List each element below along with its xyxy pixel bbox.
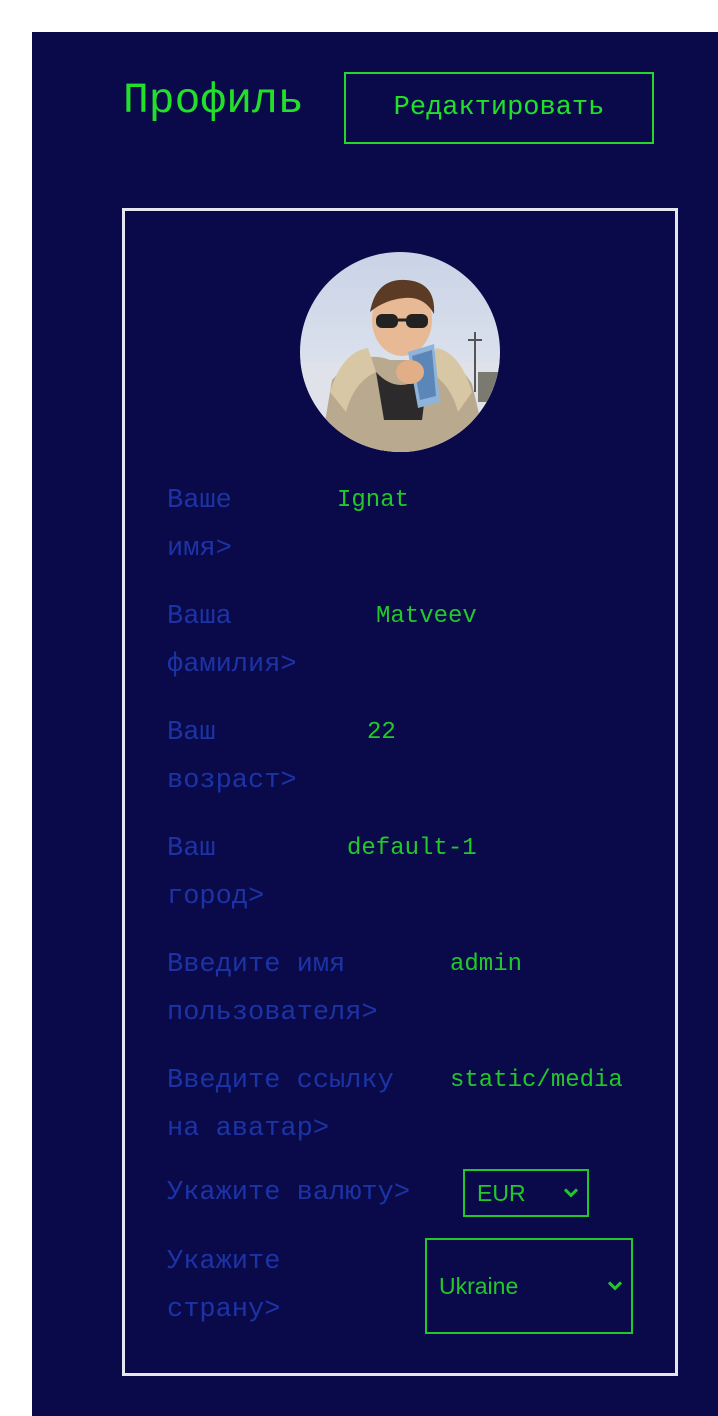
username-label: Введите имя пользователя> bbox=[167, 950, 378, 1028]
profile-card: Ваше имя> Ваша фамилия> Ваш возраст> Ваш… bbox=[122, 208, 678, 1376]
currency-selected-value: EUR bbox=[477, 1179, 526, 1206]
name-input[interactable] bbox=[337, 477, 587, 525]
page-title: Профиль bbox=[123, 76, 304, 125]
currency-label: Укажите валюту> bbox=[167, 1178, 411, 1208]
country-select[interactable]: Ukraine bbox=[425, 1238, 633, 1334]
username-input[interactable] bbox=[450, 941, 630, 989]
city-input[interactable] bbox=[347, 825, 597, 873]
currency-select[interactable]: EUR bbox=[463, 1169, 589, 1217]
surname-input[interactable] bbox=[376, 593, 616, 641]
avatar-link-label: Введите ссылку на аватар> bbox=[167, 1066, 394, 1144]
age-label: Ваш возраст> bbox=[167, 718, 297, 796]
avatar bbox=[300, 252, 500, 452]
age-input[interactable] bbox=[367, 709, 607, 757]
chevron-down-icon bbox=[563, 1188, 579, 1198]
name-label: Ваше имя> bbox=[167, 486, 232, 564]
edit-profile-button[interactable]: Редактировать bbox=[344, 72, 654, 144]
avatar-photo-icon bbox=[300, 252, 500, 452]
city-label: Ваш город> bbox=[167, 834, 265, 912]
profile-page: Профиль Редактировать Ваше имя> Ignat Ва… bbox=[32, 32, 718, 1416]
chevron-down-icon bbox=[607, 1281, 623, 1291]
avatar-link-input[interactable] bbox=[450, 1057, 634, 1105]
country-label: Укажите страну> bbox=[167, 1247, 281, 1325]
country-selected-value: Ukraine bbox=[439, 1272, 519, 1299]
surname-label: Ваша фамилия> bbox=[167, 602, 297, 680]
